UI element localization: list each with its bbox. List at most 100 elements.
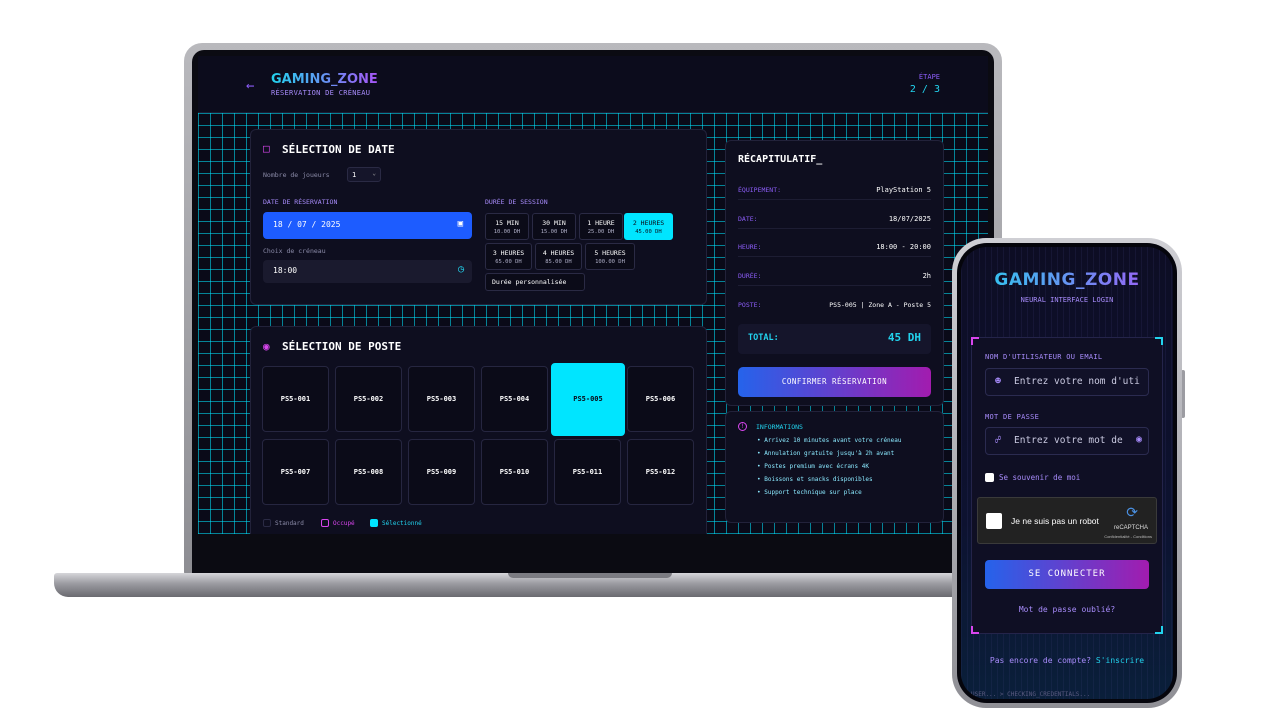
duration-label-text: 30 MIN xyxy=(542,219,566,227)
recaptcha-links[interactable]: Confidentialité - Conditions xyxy=(1104,534,1152,539)
station-tile[interactable]: PS5-003 xyxy=(408,366,475,432)
checkbox-box[interactable] xyxy=(985,473,994,482)
custom-duration-button[interactable]: Durée personnalisée xyxy=(485,273,585,291)
username-input[interactable]: ☻ Entrez votre nom d'uti xyxy=(985,368,1149,396)
duration-option[interactable]: 4 HEURES 85.00 DH xyxy=(535,243,582,270)
duration-label-text: 5 HEURES xyxy=(594,249,626,257)
laptop: ← GAMING_ZONE RÉSERVATION DE CRÉNEAU ÉTA… xyxy=(184,43,1002,576)
info-title: INFORMATIONS xyxy=(756,423,803,431)
calendar-icon[interactable]: ▣ xyxy=(458,219,463,229)
password-input[interactable]: ☍ Entrez votre mot de ◉ xyxy=(985,427,1149,455)
info-item: • Boissons et snacks disponibles xyxy=(757,476,873,483)
date-value: 18 / 07 / 2025 xyxy=(273,220,341,229)
card-corner xyxy=(1155,626,1163,634)
duration-option[interactable]: 1 HEURE 25.00 DH xyxy=(579,213,623,240)
slot-label: Choix de créneau xyxy=(263,247,326,255)
station-tile[interactable]: PS5-012 xyxy=(627,439,694,505)
station-tile[interactable]: PS5-008 xyxy=(335,439,402,505)
forgot-password-link[interactable]: Mot de passe oublié? xyxy=(972,605,1162,614)
login-card: NOM D'UTILISATEUR OU EMAIL ☻ Entrez votr… xyxy=(971,337,1163,634)
info-item: • Annulation gratuite jusqu'à 2h avant xyxy=(757,450,895,457)
brand-title: GAMING_ZONE xyxy=(271,72,378,87)
station-tile[interactable]: PS5-002 xyxy=(335,366,402,432)
station-tile[interactable]: PS5-009 xyxy=(408,439,475,505)
players-select[interactable]: 1 ⌄ xyxy=(347,167,381,182)
summary-value: 18:00 - 20:00 xyxy=(876,243,931,251)
station-tile[interactable]: PS5-004 xyxy=(481,366,548,432)
phone-screen: GAMING_ZONE NEURAL INTERFACE LOGIN NOM D… xyxy=(961,247,1173,699)
station-tile[interactable]: PS5-010 xyxy=(481,439,548,505)
calendar-icon: □ xyxy=(263,142,270,155)
password-placeholder: Entrez votre mot de xyxy=(1014,435,1123,446)
summary-value: PlayStation 5 xyxy=(876,186,931,194)
card-corner xyxy=(1155,337,1163,345)
summary-key: DURÉE: xyxy=(738,272,762,280)
station-tile-selected[interactable]: PS5-005 xyxy=(551,363,625,436)
summary-row: HEURE: 18:00 - 20:00 xyxy=(738,243,931,257)
legend-label: Occupé xyxy=(333,519,355,527)
recaptcha-logo-icon: ⟳ xyxy=(1126,504,1138,520)
date-input[interactable]: 18 / 07 / 2025 ▣ xyxy=(263,212,472,239)
login-subtitle: NEURAL INTERFACE LOGIN xyxy=(1020,296,1114,304)
summary-row: POSTE: PS5-005 | Zone A - Poste 5 xyxy=(738,301,931,315)
duration-option[interactable]: 3 HEURES 65.00 DH xyxy=(485,243,532,270)
duration-label-text: 15 MIN xyxy=(495,219,519,227)
info-item: • Postes premium avec écrans 4K xyxy=(757,463,869,470)
recaptcha-widget: Je ne suis pas un robot ⟳ reCAPTCHA Conf… xyxy=(977,497,1157,544)
duration-option[interactable]: 5 HEURES 100.00 DH xyxy=(585,243,635,270)
total-label: TOTAL: xyxy=(748,333,779,343)
duration-option[interactable]: 30 MIN 15.00 DH xyxy=(532,213,576,240)
players-value: 1 xyxy=(352,171,357,179)
password-label: MOT DE PASSE xyxy=(985,413,1040,421)
summary-panel: RÉCAPITULATIF_ ÉQUIPEMENT: PlayStation 5… xyxy=(725,140,944,406)
app-header: ← GAMING_ZONE RÉSERVATION DE CRÉNEAU ÉTA… xyxy=(198,56,988,113)
station-tile[interactable]: PS5-006 xyxy=(627,366,694,432)
duration-price: 100.00 DH xyxy=(595,259,625,265)
duration-price: 15.00 DH xyxy=(540,229,568,235)
arrow-left-icon[interactable]: ← xyxy=(246,78,254,94)
station-tile[interactable]: PS5-001 xyxy=(262,366,329,432)
station-tile[interactable]: PS5-007 xyxy=(262,439,329,505)
location-pin-icon: ◉ xyxy=(263,340,270,353)
summary-key: HEURE: xyxy=(738,243,762,251)
info-panel: ! INFORMATIONS • Arrivez 10 minutes avan… xyxy=(725,411,944,523)
page-subtitle: RÉSERVATION DE CRÉNEAU xyxy=(271,89,371,97)
chevron-down-icon: ⌄ xyxy=(372,170,376,177)
duration-price: 45.00 DH xyxy=(635,229,662,235)
duration-price: 10.00 DH xyxy=(493,229,521,235)
remember-me-checkbox[interactable]: Se souvenir de moi xyxy=(985,473,1080,482)
station-tile[interactable]: PS5-011 xyxy=(554,439,621,505)
summary-value: 2h xyxy=(922,272,931,280)
info-icon: ! xyxy=(738,422,747,431)
duration-label-text: 1 HEURE xyxy=(587,219,615,227)
recaptcha-checkbox[interactable] xyxy=(986,513,1002,529)
summary-key: ÉQUIPEMENT: xyxy=(738,186,782,194)
card-corner xyxy=(971,337,979,345)
phone-bezel: GAMING_ZONE NEURAL INTERFACE LOGIN NOM D… xyxy=(957,243,1177,703)
info-item-text: Boissons et snacks disponibles xyxy=(764,476,873,483)
duration-price: 85.00 DH xyxy=(545,259,572,265)
summary-row: ÉQUIPEMENT: PlayStation 5 xyxy=(738,186,931,200)
duration-option[interactable]: 15 MIN 10.00 DH xyxy=(485,213,529,240)
username-placeholder: Entrez votre nom d'uti xyxy=(1014,376,1140,387)
station-panel-title: SÉLECTION DE POSTE xyxy=(282,340,402,353)
step-label: ÉTAPE xyxy=(918,73,940,81)
summary-row: DURÉE: 2h xyxy=(738,272,931,286)
info-item-text: Postes premium avec écrans 4K xyxy=(764,463,869,470)
date-panel-title: SÉLECTION DE DATE xyxy=(282,143,395,156)
login-button[interactable]: SE CONNECTER xyxy=(985,560,1149,589)
duration-option-selected[interactable]: 2 HEURES 45.00 DH xyxy=(624,213,673,240)
legend-standard: Standard xyxy=(263,519,304,527)
signup-link[interactable]: S'inscrire xyxy=(1096,656,1144,665)
eye-icon[interactable]: ◉ xyxy=(1132,434,1142,445)
remember-me-label: Se souvenir de moi xyxy=(999,473,1081,482)
signup-text: Pas encore de compte? xyxy=(989,656,1092,665)
time-slot-input[interactable]: 18:00 ◷ xyxy=(263,260,472,283)
duration-label-text: 3 HEURES xyxy=(492,249,525,257)
laptop-screen: ← GAMING_ZONE RÉSERVATION DE CRÉNEAU ÉTA… xyxy=(198,56,988,534)
legend-label: Sélectionné xyxy=(382,519,422,527)
card-corner xyxy=(971,626,979,634)
clock-icon[interactable]: ◷ xyxy=(458,264,464,275)
terminal-status: USER... > CHECKING_CREDENTIALS... xyxy=(971,691,1091,698)
confirm-reservation-button[interactable]: CONFIRMER RÉSERVATION xyxy=(738,367,931,397)
